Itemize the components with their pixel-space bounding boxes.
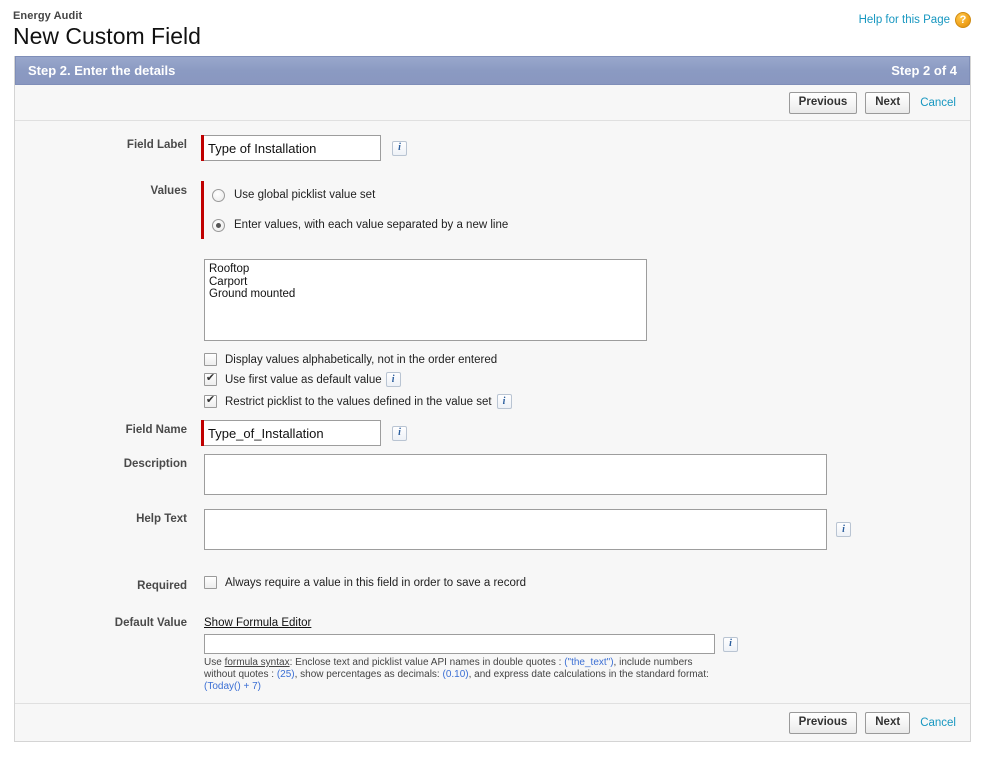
default-value-input[interactable] [204,634,715,654]
field-name-cell: i [201,420,970,446]
help-text-label: Help Text [136,513,187,525]
help-code2: (25) [276,669,295,680]
previous-button-top[interactable]: Previous [788,91,858,114]
checkbox-first-default-row[interactable]: Use first value as default value i [204,372,970,387]
description-cell [201,454,970,500]
radio-enter-values[interactable] [212,218,225,232]
required-checkbox-row[interactable]: Always require a value in this field in … [204,576,970,589]
top-button-bar: Previous Next Cancel [15,85,970,121]
values-checkbox-group: Display values alphabetically, not in th… [204,353,970,409]
help-for-this-page-link[interactable]: Help for this Page [859,14,950,26]
help-code3: (0.10) [442,669,469,680]
values-options: Use global picklist value set Enter valu… [204,181,508,239]
required-row: Required Always require a value in this … [15,576,970,592]
field-label-info-icon[interactable]: i [392,140,407,156]
restrict-picklist-info-icon[interactable]: i [496,394,512,409]
checkbox-display-alphabetically-label[interactable]: Display values alphabetically, not in th… [225,354,497,366]
help-code1: ("the_text") [564,657,614,668]
form-body: Field Label i Values [15,121,970,703]
required-label: Required [137,580,187,592]
checkbox-always-require-value[interactable] [204,576,217,589]
field-name-label: Field Name [125,424,187,436]
values-textarea[interactable] [204,259,647,341]
values-row: Values Use global picklist value set Ent… [15,181,970,409]
field-label-input-wrap [201,135,381,161]
help-part1: : Enclose text and picklist value API na… [289,657,565,668]
checkbox-restrict-row[interactable]: Restrict picklist to the values defined … [204,394,970,409]
radio-enter-values-label[interactable]: Enter values, with each value separated … [234,219,508,231]
formula-syntax-help: Use formula syntax: Enclose text and pic… [204,657,716,693]
required-cell: Always require a value in this field in … [201,576,970,589]
values-option-global-row[interactable]: Use global picklist value set [212,181,508,209]
field-name-input[interactable] [204,420,381,446]
default-value-info-icon[interactable]: i [723,636,738,652]
help-text-cell: i [201,509,970,550]
radio-use-global-picklist[interactable] [212,188,225,202]
checkbox-use-first-value-default[interactable] [204,372,217,386]
field-name-input-wrap [201,420,381,446]
help-part4: , and express date calculations in the s… [468,669,709,680]
help-text-info-icon[interactable]: i [836,522,851,537]
step-counter: Step 2 of 4 [891,63,957,78]
default-value-cell: Show Formula Editor i Use formula syntax… [201,613,970,693]
help-text-row: Help Text i [15,509,970,550]
page-header: Energy Audit New Custom Field Help for t… [0,0,985,56]
values-textarea-wrap [204,259,970,346]
values-radio-group: Use global picklist value set Enter valu… [201,181,970,239]
help-part3: , show percentages as decimals: [294,669,443,680]
formula-syntax-link[interactable]: formula syntax [225,657,290,668]
question-mark-icon[interactable]: ? [955,12,971,28]
field-label-label: Field Label [126,139,187,151]
bottom-button-bar: Previous Next Cancel [15,703,970,741]
description-row: Description [15,454,970,500]
help-for-this-page[interactable]: Help for this Page ? [859,12,971,28]
checkbox-always-require-value-label[interactable]: Always require a value in this field in … [225,577,526,589]
default-value-row: Default Value Show Formula Editor i Use … [15,613,970,693]
field-name-row: Field Name i [15,420,970,446]
help-prefix: Use [204,657,225,668]
next-button-bottom[interactable]: Next [865,712,911,734]
values-label: Values [150,185,187,197]
show-formula-editor-link[interactable]: Show Formula Editor [204,617,311,629]
description-textarea[interactable] [204,454,827,495]
first-default-info-icon[interactable]: i [385,372,401,387]
default-value-label: Default Value [114,617,187,629]
breadcrumb: Energy Audit [13,10,83,22]
checkbox-use-first-value-default-label[interactable]: Use first value as default value [225,374,382,386]
help-text-textarea[interactable] [204,509,827,550]
cancel-link-top[interactable]: Cancel [920,97,956,109]
field-name-info-icon[interactable]: i [392,425,407,441]
page-title: New Custom Field [13,23,201,49]
field-label-cell: i [201,135,970,161]
checkbox-restrict-picklist[interactable] [204,394,217,408]
cancel-link-bottom[interactable]: Cancel [920,717,956,729]
new-custom-field-panel: Step 2. Enter the details Step 2 of 4 Pr… [14,56,971,742]
field-label-row: Field Label i [15,135,970,161]
step-header-title: Step 2. Enter the details [28,63,176,78]
page-root: Energy Audit New Custom Field Help for t… [0,0,985,764]
checkbox-restrict-picklist-label[interactable]: Restrict picklist to the values defined … [225,396,492,408]
field-label-input[interactable] [204,135,381,161]
checkbox-alphabetical-row[interactable]: Display values alphabetically, not in th… [204,353,970,366]
checkbox-display-alphabetically[interactable] [204,353,217,366]
values-option-enter-row[interactable]: Enter values, with each value separated … [212,211,508,239]
radio-use-global-picklist-label[interactable]: Use global picklist value set [234,189,375,201]
step-header: Step 2. Enter the details Step 2 of 4 [15,56,970,85]
description-label: Description [123,458,187,470]
values-cell: Use global picklist value set Enter valu… [201,181,970,409]
help-code4: (Today() + 7) [204,681,261,692]
previous-button-bottom[interactable]: Previous [788,712,858,734]
next-button-top[interactable]: Next [865,91,911,114]
